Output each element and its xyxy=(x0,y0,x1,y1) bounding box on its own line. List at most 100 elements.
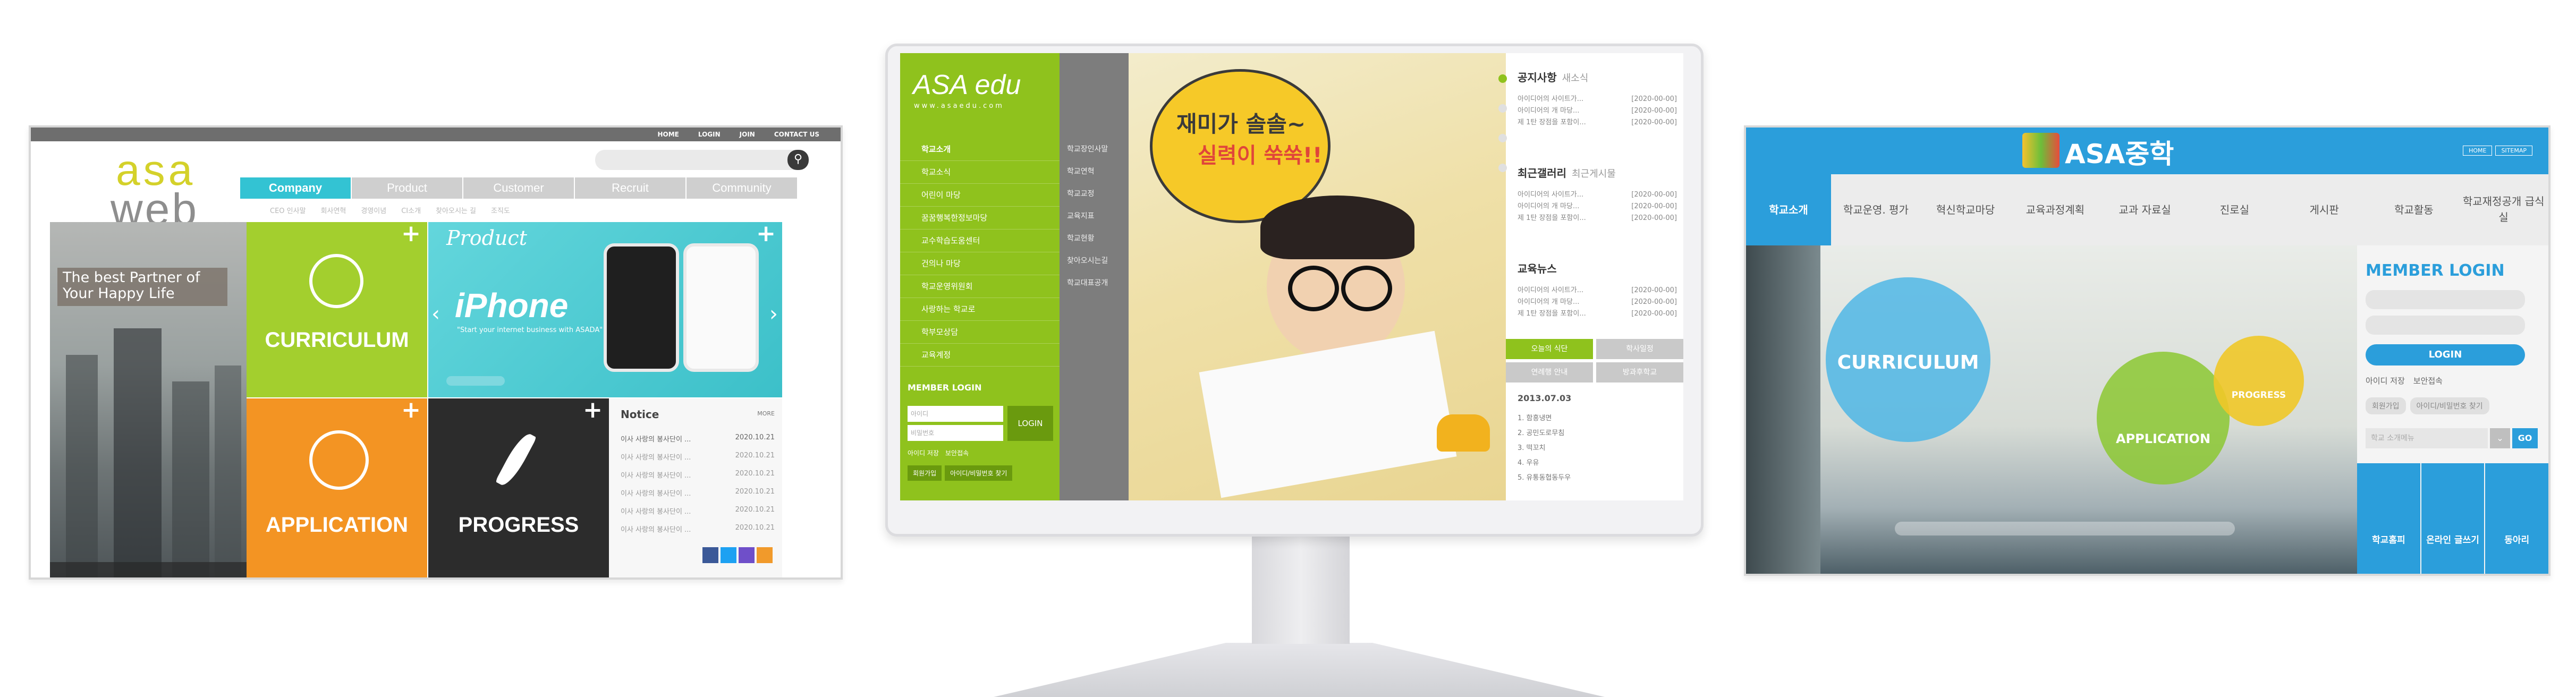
slider-dots[interactable] xyxy=(446,376,505,386)
nav-item[interactable]: 학교소개 xyxy=(900,138,1060,161)
list-item[interactable]: 제 1탄 장점을 포함이... [2020-00-00] xyxy=(1518,117,1677,129)
nav-item[interactable]: 게시판 xyxy=(2280,174,2369,245)
nav-item[interactable]: 교육과정계획 xyxy=(2011,174,2100,245)
subnav-item[interactable]: 학교현황 xyxy=(1060,227,1129,250)
list-item[interactable]: 아이디어의 사이트가... [2020-00-00] xyxy=(1518,189,1677,201)
menu-company[interactable]: Company xyxy=(240,177,351,199)
menu-community[interactable]: Community xyxy=(687,177,797,199)
slider-pager[interactable] xyxy=(50,562,247,577)
nav-item[interactable]: 교육계정 xyxy=(900,344,1060,367)
arrow-left-icon[interactable]: ‹ xyxy=(431,302,440,326)
save-id-checkbox[interactable]: 아이디 저장 xyxy=(908,448,939,457)
blog-icon[interactable] xyxy=(739,547,755,563)
rss-icon[interactable] xyxy=(757,547,773,563)
twitter-icon[interactable] xyxy=(721,547,736,563)
menu-recruit[interactable]: Recruit xyxy=(575,177,685,199)
secure-login-checkbox[interactable]: 보안접속 xyxy=(945,448,969,457)
list-item[interactable]: 이사 사랑의 봉사단이 ... 2020.10.21 xyxy=(621,506,775,524)
chat-icon[interactable]: 온라인 글쓰기 xyxy=(2421,463,2485,574)
tile-progress[interactable]: + PROGRESS xyxy=(428,398,609,577)
tile-curriculum[interactable]: + CURRICULUM xyxy=(247,222,427,397)
plus-icon[interactable]: + xyxy=(756,222,776,245)
school-home-icon[interactable]: 학교홈피 xyxy=(2357,463,2420,574)
tab-info[interactable]: 연례행 안내 xyxy=(1506,362,1593,382)
cup-icon[interactable]: 동아리 xyxy=(2485,463,2548,574)
list-item[interactable]: 제 1탄 장점을 포함이... [2020-00-00] xyxy=(1518,212,1677,224)
subnav-item[interactable]: 찾아오시는길 xyxy=(1060,250,1129,272)
list-item[interactable]: 제 1탄 장점을 포함이... [2020-00-00] xyxy=(1518,308,1677,320)
top-nav-join[interactable]: JOIN xyxy=(740,131,755,138)
gallery-section-title[interactable]: 최근갤러리 최근게시물 xyxy=(1518,165,1616,180)
join-button[interactable]: 회원가입 xyxy=(908,465,942,481)
secure-login-checkbox[interactable]: 보안접속 xyxy=(2413,375,2443,386)
nav-item[interactable]: 혁신학교마당 xyxy=(1921,174,2011,245)
submenu-item[interactable]: CI소개 xyxy=(401,205,421,215)
facebook-icon[interactable] xyxy=(702,547,718,563)
circle-progress[interactable] xyxy=(2214,336,2304,426)
nav-item[interactable]: 건의나 마당 xyxy=(900,252,1060,275)
tab-meal[interactable]: 오늘의 식단 xyxy=(1506,339,1593,359)
login-password-field[interactable] xyxy=(2366,316,2525,335)
site-logo[interactable]: ASA중학 xyxy=(2065,133,2174,171)
tile-product[interactable]: Product + iPhone "Start your internet bu… xyxy=(428,222,782,397)
subnav-item[interactable]: 학교장인사말 xyxy=(1060,138,1129,160)
go-button[interactable]: GO xyxy=(2512,428,2538,448)
submenu-item[interactable]: 경영이념 xyxy=(361,205,386,215)
nav-item[interactable]: 학교재정공개 급식실 xyxy=(2459,174,2548,245)
nav-item[interactable]: 학교활동 xyxy=(2369,174,2459,245)
sitemap-button[interactable]: SITEMAP xyxy=(2495,146,2532,156)
login-button[interactable]: LOGIN xyxy=(2366,344,2525,366)
plus-icon[interactable]: + xyxy=(401,222,421,245)
tile-application[interactable]: + APPLICATION xyxy=(247,398,427,577)
menu-product[interactable]: Product xyxy=(352,177,462,199)
top-nav-login[interactable]: LOGIN xyxy=(698,131,721,138)
menu-customer[interactable]: Customer xyxy=(463,177,574,199)
nav-item[interactable]: 사랑하는 학교로 xyxy=(900,298,1060,321)
tab-dot-active[interactable] xyxy=(1498,74,1507,83)
nav-item[interactable]: 학부모상담 xyxy=(900,321,1060,344)
list-item[interactable]: 아이디어의 사이트가... [2020-00-00] xyxy=(1518,94,1677,105)
chevron-down-icon[interactable]: ⌄ xyxy=(2490,428,2510,448)
subnav-item[interactable]: 학교교정 xyxy=(1060,183,1129,205)
submenu-item[interactable]: 조직도 xyxy=(491,205,510,215)
tab-schedule[interactable]: 학사일정 xyxy=(1596,339,1683,359)
slider-pager[interactable] xyxy=(1895,522,2235,536)
news-section-title[interactable]: 교육뉴스 xyxy=(1518,260,1557,276)
submenu-item[interactable]: 찾아오시는 길 xyxy=(436,205,476,215)
save-id-checkbox[interactable]: 아이디 저장 xyxy=(2366,375,2405,386)
subnav-item[interactable]: 교육지표 xyxy=(1060,205,1129,227)
nav-item[interactable]: 꿈꿈행복한정보마당 xyxy=(900,207,1060,230)
circle-application[interactable] xyxy=(2097,352,2230,484)
list-item[interactable]: 아이디어의 사이트가... [2020-00-00] xyxy=(1518,285,1677,296)
list-item[interactable]: 이사 사랑의 봉사단이 ... 2020.10.21 xyxy=(621,452,775,470)
submenu-item[interactable]: 회사연혁 xyxy=(321,205,346,215)
list-item[interactable]: 아이디어의 개 마당... [2020-00-00] xyxy=(1518,201,1677,212)
plus-icon[interactable]: + xyxy=(583,398,603,422)
login-password-field[interactable]: 비밀번호 xyxy=(908,425,1003,441)
list-item[interactable]: 이사 사랑의 봉사단이 ... 2020.10.21 xyxy=(621,434,775,452)
nav-item[interactable]: 학교운영. 평가 xyxy=(1831,174,1921,245)
search-input[interactable] xyxy=(595,150,808,170)
subnav-item[interactable]: 학교대표공개 xyxy=(1060,272,1129,294)
list-item[interactable]: 아이디어의 개 마당... [2020-00-00] xyxy=(1518,296,1677,308)
tab-dot[interactable] xyxy=(1498,104,1507,113)
nav-item[interactable]: 학교소개 xyxy=(1746,174,1831,245)
tab-afterschool[interactable]: 방과후학교 xyxy=(1596,362,1683,382)
site-logo[interactable]: ASA edu xyxy=(913,69,1021,101)
login-button[interactable]: LOGIN xyxy=(1007,406,1053,441)
list-item[interactable]: 이사 사랑의 봉사단이 ... 2020.10.21 xyxy=(621,488,775,506)
login-id-field[interactable]: 아이디 xyxy=(908,406,1003,422)
quick-search-input[interactable]: 학교 소개메뉴 xyxy=(2366,428,2488,448)
nav-item[interactable]: 교수학습도움센터 xyxy=(900,230,1060,252)
top-nav-contact[interactable]: CONTACT US xyxy=(774,131,819,138)
login-id-field[interactable] xyxy=(2366,290,2525,309)
notice-section-title[interactable]: 공지사항 새소식 xyxy=(1518,69,1588,84)
find-account-button[interactable]: 아이디/비밀번호 찾기 xyxy=(2410,397,2489,414)
list-item[interactable]: 이사 사랑의 봉사단이 ... 2020.10.21 xyxy=(621,470,775,488)
home-button[interactable]: HOME xyxy=(2463,146,2493,156)
arrow-right-icon[interactable]: › xyxy=(769,302,778,326)
search-icon[interactable]: ⚲ xyxy=(787,150,809,170)
nav-item[interactable]: 학교소식 xyxy=(900,161,1060,184)
nav-item[interactable]: 학교운영위원회 xyxy=(900,275,1060,298)
tab-dot[interactable] xyxy=(1498,134,1507,142)
